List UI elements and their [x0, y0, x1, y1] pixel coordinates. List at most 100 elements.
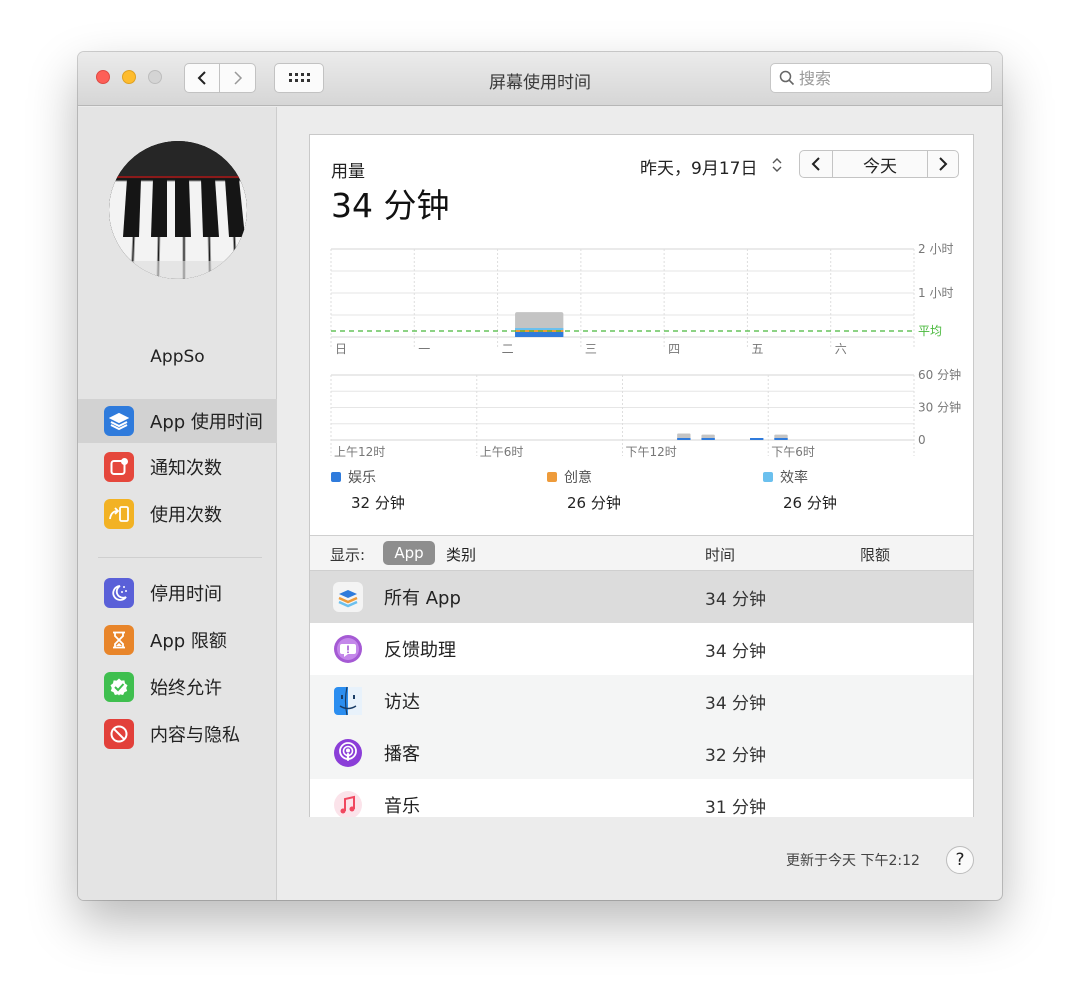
list-item[interactable]: 反馈助理 34 分钟 — [310, 623, 973, 675]
y-tick-label: 1 小时 — [918, 286, 953, 300]
sidebar-item-notifications[interactable]: 通知次数 — [78, 445, 277, 489]
date-label[interactable]: 昨天，9月17日 — [640, 154, 757, 179]
list-item[interactable]: 音乐 31 分钟 — [310, 779, 973, 817]
bar — [774, 438, 788, 440]
sidebar-item-content-privacy[interactable]: 内容与隐私 — [78, 712, 277, 756]
show-all-button[interactable] — [274, 63, 324, 93]
x-tick-label: 上午6时 — [480, 445, 524, 459]
usage-panel: 用量 34 分钟 昨天，9月17日 今天 2 小时 1 小时日一二三四五六平均 60… — [309, 134, 974, 817]
legend-label: 效率 — [780, 470, 808, 486]
hourglass-icon — [104, 625, 134, 655]
today-button[interactable]: 今天 — [833, 150, 927, 178]
help-button[interactable]: ? — [946, 846, 974, 874]
grid-icon — [289, 73, 310, 82]
x-tick-label: 三 — [585, 342, 597, 356]
sidebar-item-app-usage[interactable]: App 使用时间 — [78, 399, 277, 443]
app-list[interactable]: 所有 App 34 分钟 反馈助理 34 分钟 访达 34 分钟 播客 32 分… — [310, 571, 973, 817]
forward-button[interactable] — [220, 63, 256, 93]
sidebar: AppSo App 使用时间 通知次数 使用次数 停用时间 App 限额 始终允… — [78, 107, 277, 900]
list-item[interactable]: 访达 34 分钟 — [310, 675, 973, 727]
avatar[interactable] — [109, 141, 247, 279]
sidebar-item-label: App 限额 — [150, 631, 227, 652]
restricted-icon — [104, 719, 134, 749]
legend-item: 娱乐 — [331, 467, 376, 487]
stepper-icon[interactable] — [770, 155, 784, 175]
legend-swatch — [331, 472, 341, 482]
window-title: 屏幕使用时间 — [489, 73, 591, 93]
bar — [677, 438, 691, 440]
app-name: 反馈助理 — [384, 640, 456, 661]
back-button[interactable] — [184, 63, 220, 93]
app-time: 34 分钟 — [705, 641, 767, 662]
list-item[interactable]: 播客 32 分钟 — [310, 727, 973, 779]
column-header-limit[interactable]: 限额 — [860, 544, 890, 565]
bar — [515, 328, 564, 330]
x-tick-label: 下午6时 — [771, 445, 815, 459]
x-tick-label: 日 — [335, 342, 347, 356]
legend-item: 效率 — [763, 467, 808, 487]
app-time: 34 分钟 — [705, 589, 767, 610]
app-time: 31 分钟 — [705, 797, 767, 818]
all-apps-icon — [332, 581, 364, 613]
sidebar-item-app-limits[interactable]: App 限额 — [78, 618, 277, 662]
x-tick-label: 一 — [418, 342, 430, 356]
minimize-button[interactable] — [122, 70, 136, 84]
app-time: 34 分钟 — [705, 693, 767, 714]
finder-icon — [332, 685, 364, 717]
legend-item: 创意 — [547, 467, 592, 487]
feedback-assistant-icon — [332, 633, 364, 665]
column-header-time[interactable]: 时间 — [705, 544, 735, 565]
search-field[interactable] — [770, 63, 992, 93]
list-item[interactable]: 所有 App 34 分钟 — [310, 571, 973, 623]
average-label: 平均 — [918, 324, 942, 338]
legend-label: 娱乐 — [348, 470, 376, 486]
screen-time-window: 屏幕使用时间 搜索 AppSo App 使用时间 通知次数 使用次数 停用时间 … — [78, 52, 1002, 900]
sidebar-item-downtime[interactable]: 停用时间 — [78, 571, 277, 615]
chevron-right-icon — [939, 157, 948, 171]
last-updated-label: 更新于今天 下午2:12 — [786, 853, 920, 869]
music-icon — [332, 789, 364, 817]
y-tick-label: 2 小时 — [918, 242, 953, 256]
sidebar-item-pickups[interactable]: 使用次数 — [78, 492, 277, 536]
sidebar-item-label: App 使用时间 — [150, 412, 263, 433]
app-name: 访达 — [384, 692, 420, 713]
legend-swatch — [763, 472, 773, 482]
chevron-right-icon — [233, 71, 242, 85]
sidebar-item-always-allowed[interactable]: 始终允许 — [78, 665, 277, 709]
y-tick-label: 0 — [918, 433, 926, 447]
show-label: 显示: — [330, 546, 366, 564]
x-tick-label: 二 — [502, 342, 514, 356]
x-tick-label: 六 — [835, 342, 847, 356]
sidebar-item-label: 通知次数 — [150, 458, 222, 479]
zoom-button[interactable] — [148, 70, 162, 84]
list-header: 显示: App 类别 时间 限额 — [310, 535, 973, 571]
usage-total: 34 分钟 — [331, 186, 450, 225]
app-time: 32 分钟 — [705, 745, 767, 766]
sidebar-item-label: 始终允许 — [150, 678, 222, 699]
podcasts-icon — [332, 737, 364, 769]
layers-icon — [104, 406, 134, 436]
chevron-left-icon — [197, 71, 206, 85]
segment-app[interactable]: App — [383, 541, 435, 565]
next-day-button[interactable] — [927, 150, 959, 178]
search-input[interactable] — [799, 68, 979, 88]
legend-swatch — [547, 472, 557, 482]
app-name: 播客 — [384, 744, 420, 765]
notification-badge-icon — [104, 452, 134, 482]
y-tick-label: 30 分钟 — [918, 400, 961, 415]
segment-category[interactable]: 类别 — [446, 544, 476, 565]
legend-value: 32 分钟 — [351, 494, 405, 512]
sidebar-item-label: 使用次数 — [150, 505, 222, 526]
pickup-icon — [104, 499, 134, 529]
app-name: 音乐 — [384, 796, 420, 817]
previous-day-button[interactable] — [799, 150, 833, 178]
close-button[interactable] — [96, 70, 110, 84]
y-tick-label: 60 分钟 — [918, 367, 961, 382]
sidebar-separator — [98, 557, 262, 558]
sidebar-item-label: 内容与隐私 — [150, 725, 240, 746]
x-tick-label: 上午12时 — [334, 445, 385, 459]
legend-value: 26 分钟 — [567, 494, 621, 512]
user-name: AppSo — [150, 347, 205, 367]
usage-charts: 2 小时 1 小时日 一 二 三 四 五 六 平均 60 分钟 30 分钟 0 上午12时 上午6时 下午1… — [330, 242, 961, 459]
x-tick-label: 下午12时 — [626, 445, 677, 459]
